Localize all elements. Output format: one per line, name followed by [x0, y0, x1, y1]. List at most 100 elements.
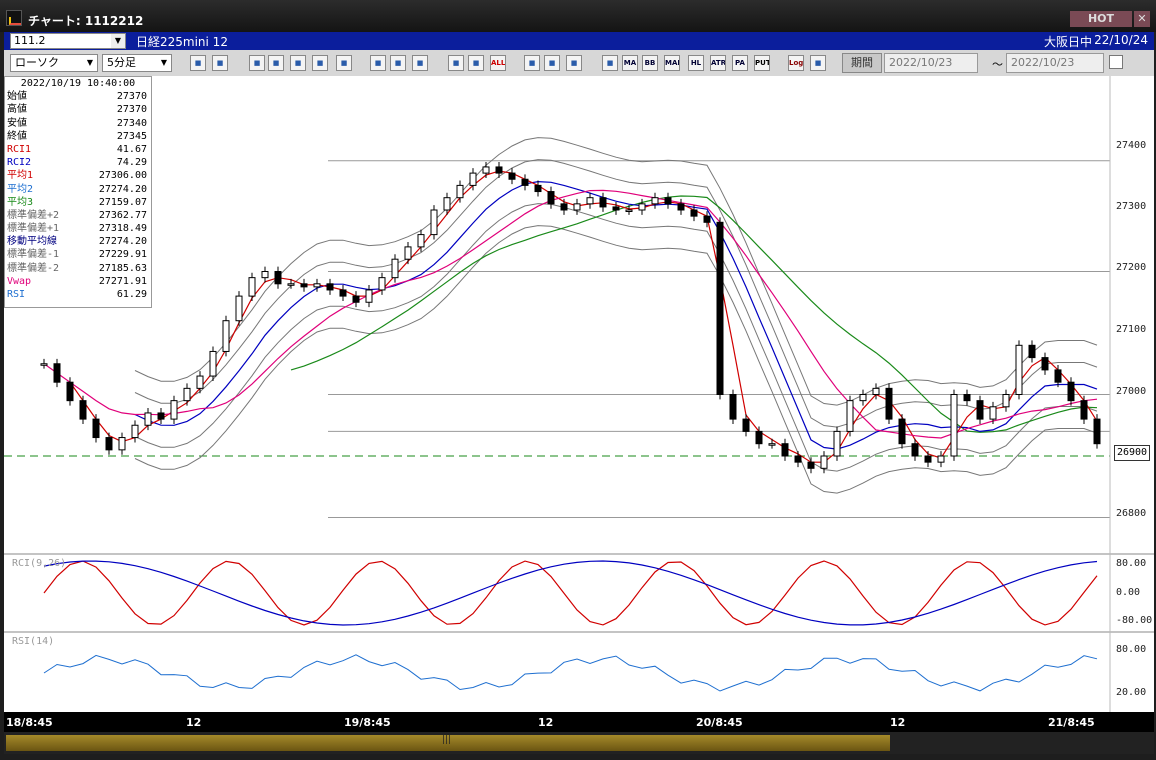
candle-body [339, 289, 347, 297]
put-icon[interactable]: PUT [754, 55, 770, 71]
undo-icon[interactable]: ■ [412, 55, 428, 71]
hot-button[interactable]: HOT [1070, 11, 1132, 27]
tools-icon[interactable]: ■ [524, 55, 540, 71]
info-row: 標準偏差+2 27362.77 [5, 209, 151, 222]
candle-body [274, 271, 282, 285]
date-from-field[interactable]: 2022/10/23 [884, 53, 978, 73]
candle-body [456, 184, 464, 199]
price-chart-svg[interactable] [4, 76, 1154, 712]
chevron-down-icon: ▼ [160, 58, 168, 67]
arrow-icon[interactable]: ■ [390, 55, 406, 71]
horizontal-scrollbar[interactable]: ||| [4, 732, 1154, 754]
candle-body [1041, 357, 1049, 371]
candle-body [1067, 381, 1075, 402]
candle-body [508, 172, 516, 180]
info-row-value: 27271.91 [98, 275, 147, 287]
sub-icon[interactable]: ■ [602, 55, 618, 71]
time-axis-label: 12 [890, 716, 906, 729]
info-row-value: 27185.63 [98, 262, 147, 274]
candle-body [287, 283, 295, 286]
info-row-label: 標準偏差+2 [7, 209, 60, 221]
close-button[interactable]: ✕ [1134, 11, 1150, 27]
market-session: 大阪日中 [1043, 35, 1092, 49]
bollinger-band-line [134, 159, 1098, 428]
all-icon[interactable]: ALL [490, 55, 506, 71]
palette-icon[interactable]: ■ [566, 55, 582, 71]
date-from-value: 2022/10/23 [889, 56, 953, 69]
info-row: 平均3 27159.07 [5, 196, 151, 209]
candle-body [66, 381, 74, 402]
candle-body [521, 178, 529, 186]
chart-area[interactable]: 27400 27300 27200 27100 27000 26800 2690… [4, 76, 1154, 712]
candle-icon[interactable]: ■ [448, 55, 464, 71]
candle-body [404, 246, 412, 260]
candle-body [495, 166, 503, 174]
price-axis-label: 27300 [1116, 201, 1147, 212]
chart-toolbar: ローソク ▼ 5分足 ▼ ■■■■■■■■■■■■ALL■■■■MABBMAEH… [4, 50, 1154, 76]
zoom-icon[interactable]: ■ [268, 55, 284, 71]
time-axis-label: 12 [186, 716, 202, 729]
bb-icon[interactable]: BB [642, 55, 658, 71]
atr-icon[interactable]: ATR [710, 55, 726, 71]
time-axis-label: 18/8:45 [6, 716, 53, 729]
candle-body [170, 400, 178, 420]
symbol-bar: 111.2 ▼ 日経225mini 12 大阪日中 22/10/24 [4, 32, 1154, 50]
info-row: 高値 27370 [5, 103, 151, 116]
ma3-line [290, 195, 1098, 433]
mae-icon[interactable]: MAE [664, 55, 680, 71]
chevron-down-icon[interactable]: ▼ [111, 34, 125, 48]
candle-body [443, 197, 451, 211]
candle-body [716, 221, 724, 395]
line-icon[interactable]: ■ [370, 55, 386, 71]
window-titlebar: チャート: 1112212 HOT ✕ [0, 0, 1156, 32]
ma-icon[interactable]: MA [622, 55, 638, 71]
info-row-value: 27274.20 [98, 183, 147, 195]
magnify-icon[interactable]: ■ [190, 55, 206, 71]
rci-axis-label: 80.00 [1116, 558, 1147, 569]
info-row: RCI2 74.29 [5, 156, 151, 169]
candle-body [1080, 400, 1088, 420]
info-row-label: 平均2 [7, 183, 34, 195]
time-axis-label: 20/8:45 [696, 716, 743, 729]
symbol-code: 111.2 [14, 34, 46, 47]
hl-icon[interactable]: HL [688, 55, 704, 71]
session-date: 22/10/24 [1094, 33, 1148, 47]
date-to-field[interactable]: 2022/10/23 [1006, 53, 1104, 73]
info-row: 標準偏差-1 27229.91 [5, 248, 151, 261]
chart-type-select[interactable]: ローソク ▼ [10, 54, 98, 72]
candle-body [313, 283, 321, 288]
info-row-label: 高値 [7, 104, 27, 116]
info-row-value: 41.67 [116, 143, 147, 155]
candle-body [729, 394, 737, 420]
toolbar-checkbox[interactable] [1109, 55, 1123, 69]
brush-icon[interactable]: ■ [544, 55, 560, 71]
candle-body [352, 295, 360, 303]
info-row-value: 27159.07 [98, 196, 147, 208]
log-icon[interactable]: Log [788, 55, 804, 71]
info-row-label: 標準偏差+1 [7, 223, 60, 235]
info-row: 平均2 27274.20 [5, 183, 151, 196]
candle-body [560, 203, 568, 211]
symbol-code-input[interactable]: 111.2 ▼ [10, 33, 126, 49]
candle-body [183, 387, 191, 402]
info-row-label: RCI1 [7, 143, 32, 155]
candle-body [235, 295, 243, 322]
period-button[interactable]: 期間 [842, 53, 882, 73]
vwap-line [43, 189, 1098, 439]
crosshair-icon[interactable]: ■ [212, 55, 228, 71]
print-icon[interactable]: ■ [810, 55, 826, 71]
info-row: RCI1 41.67 [5, 143, 151, 156]
candle-body [963, 394, 971, 402]
candle-body [833, 430, 841, 457]
interval-select[interactable]: 5分足 ▼ [102, 54, 172, 72]
price-axis-label: 27200 [1116, 262, 1147, 273]
info-row: 始値 27370 [5, 90, 151, 103]
fixed-icon[interactable]: ■ [336, 55, 352, 71]
candle-body [482, 166, 490, 174]
add-icon[interactable]: ■ [290, 55, 306, 71]
down-icon[interactable]: ■ [249, 55, 265, 71]
delete-icon[interactable]: ■ [312, 55, 328, 71]
bar-icon[interactable]: ■ [468, 55, 484, 71]
info-row: 標準偏差-2 27185.63 [5, 262, 151, 275]
para-icon[interactable]: PA RA [732, 55, 748, 71]
